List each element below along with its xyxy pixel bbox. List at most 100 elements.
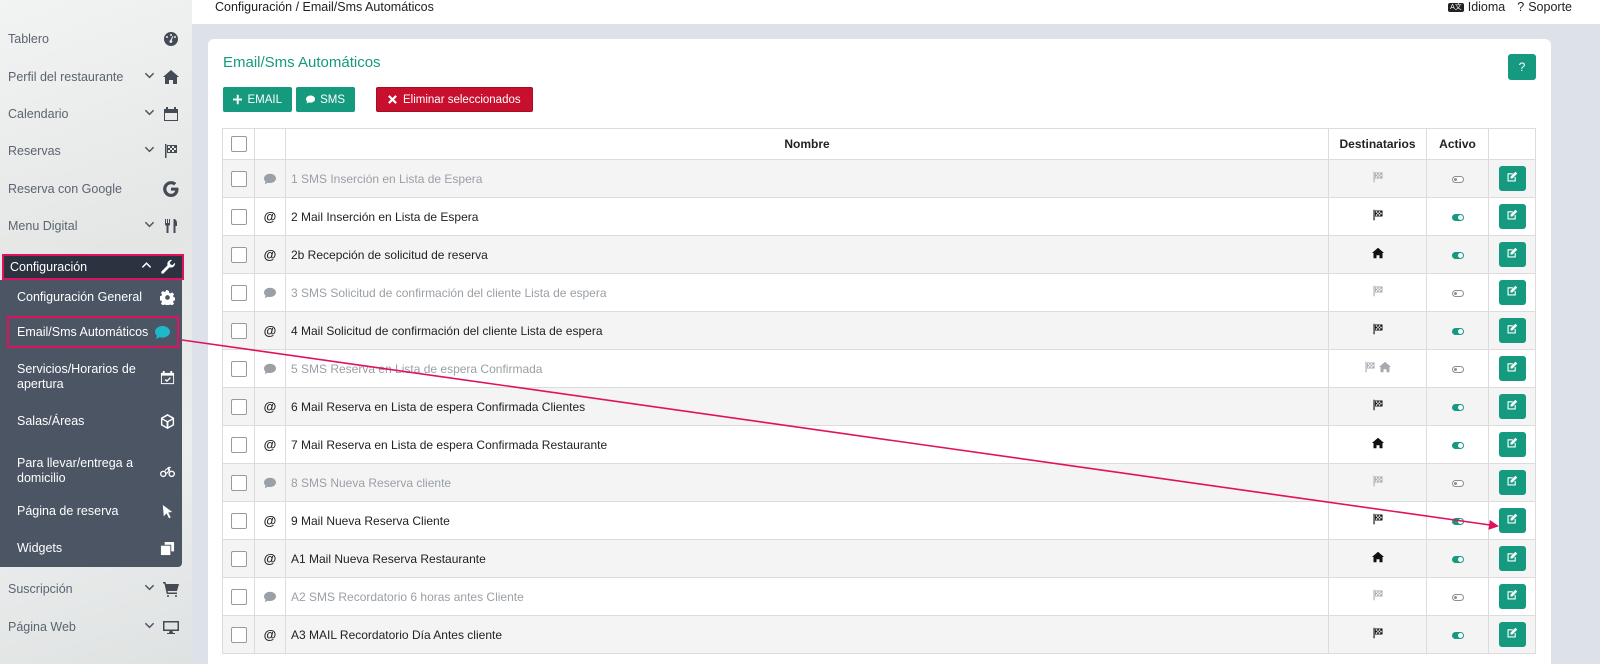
edit-button[interactable] — [1498, 622, 1526, 647]
sidebar-item-configuracion[interactable]: Configuración — [2, 254, 184, 280]
language-link[interactable]: A文 Idioma — [1448, 0, 1505, 14]
row-checkbox[interactable] — [230, 512, 247, 529]
table-row: @7 Mail Reserva en Lista de espera Confi… — [222, 425, 1536, 464]
delete-selected-button[interactable]: Eliminar seleccionados — [376, 87, 533, 112]
page-title: Email/Sms Automáticos — [223, 54, 381, 71]
active-toggle-icon[interactable] — [1451, 403, 1464, 411]
row-checkbox[interactable] — [230, 170, 247, 187]
sidebar-item-tablero[interactable]: Tablero — [0, 20, 186, 58]
sidebar-item-suscripci-n[interactable]: Suscripción — [0, 570, 186, 608]
active-toggle-icon[interactable] — [1451, 365, 1464, 373]
flag-checkered-icon — [1372, 399, 1384, 414]
edit-icon — [1506, 285, 1518, 300]
row-checkbox[interactable] — [230, 208, 247, 225]
row-checkbox[interactable] — [230, 626, 247, 643]
add-email-button[interactable]: EMAIL — [223, 87, 292, 112]
sidebar-item-reservas[interactable]: Reservas — [0, 132, 186, 170]
row-checkbox[interactable] — [230, 322, 247, 339]
help-button[interactable]: ? — [1508, 54, 1536, 80]
row-checkbox[interactable] — [230, 360, 247, 377]
edit-button[interactable] — [1498, 432, 1526, 457]
row-checkbox[interactable] — [230, 436, 247, 453]
at-icon: @ — [263, 399, 277, 414]
row-edit-cell — [1488, 501, 1536, 540]
active-toggle-icon[interactable] — [1451, 479, 1464, 487]
edit-button[interactable] — [1498, 242, 1526, 267]
sidebar-item-reserva-con-google[interactable]: Reserva con Google — [0, 170, 186, 208]
row-checkbox[interactable] — [230, 398, 247, 415]
active-toggle-icon[interactable] — [1451, 517, 1464, 525]
row-checkbox[interactable] — [230, 588, 247, 605]
submenu-item-widgets[interactable]: Widgets — [0, 535, 182, 561]
row-type-cell: @ — [254, 501, 286, 540]
active-toggle-icon[interactable] — [1451, 175, 1464, 183]
active-header[interactable]: Activo — [1426, 128, 1489, 160]
row-active-cell — [1426, 539, 1489, 578]
add-sms-label: SMS — [320, 93, 345, 106]
active-toggle-icon[interactable] — [1451, 631, 1464, 639]
submenu-item-configuraci-n-general[interactable]: Configuración General — [0, 286, 182, 308]
row-recipients — [1328, 349, 1427, 388]
active-toggle-icon[interactable] — [1451, 327, 1464, 335]
edit-button[interactable] — [1498, 394, 1526, 419]
sidebar-item-menu-digital[interactable]: Menu Digital — [0, 207, 186, 245]
row-recipients — [1328, 425, 1427, 464]
home-icon — [1371, 551, 1384, 566]
cart-icon — [162, 580, 180, 598]
row-checkbox[interactable] — [230, 474, 247, 491]
sidebar-item-calendario[interactable]: Calendario — [0, 95, 186, 133]
active-toggle-icon[interactable] — [1451, 251, 1464, 259]
row-select-cell — [222, 311, 255, 350]
edit-button[interactable] — [1498, 356, 1526, 381]
edit-icon — [1506, 475, 1518, 490]
row-active-cell — [1426, 311, 1489, 350]
row-active-cell — [1426, 501, 1489, 540]
row-edit-cell — [1488, 615, 1536, 654]
edit-button[interactable] — [1498, 166, 1526, 191]
edit-button[interactable] — [1498, 546, 1526, 571]
active-toggle-icon[interactable] — [1451, 213, 1464, 221]
support-link[interactable]: ? Soporte — [1517, 0, 1572, 14]
row-name: A2 SMS Recordatorio 6 horas antes Client… — [285, 577, 1329, 616]
select-all-checkbox[interactable] — [230, 136, 247, 152]
recipients-header[interactable]: Destinatarios — [1328, 128, 1427, 160]
support-label: Soporte — [1528, 0, 1572, 14]
submenu-item-servicios-horarios-de-apertura[interactable]: Servicios/Horarios de apertura — [0, 356, 182, 398]
row-checkbox[interactable] — [230, 550, 247, 567]
active-toggle-icon[interactable] — [1451, 441, 1464, 449]
submenu-item-para-llevar-entrega-a-domicilio[interactable]: Para llevar/entrega a domicilio — [0, 450, 182, 492]
submenu-item-label: Configuración General — [17, 289, 143, 304]
edit-icon — [1506, 437, 1518, 452]
active-toggle-icon[interactable] — [1451, 593, 1464, 601]
active-toggle-icon[interactable] — [1451, 555, 1464, 563]
row-edit-cell — [1488, 159, 1536, 198]
sidebar-item-label: Tablero — [8, 32, 49, 46]
name-header[interactable]: Nombre — [285, 128, 1329, 160]
sidebar-item-label: Calendario — [8, 107, 69, 121]
row-recipients — [1328, 539, 1427, 578]
bicycle-icon — [158, 462, 176, 480]
sidebar-item-label: Perfil del restaurante — [8, 70, 124, 84]
sidebar-item-p-gina-web[interactable]: Página Web — [0, 608, 186, 646]
active-toggle-icon[interactable] — [1451, 289, 1464, 297]
row-select-cell — [222, 577, 255, 616]
sidebar-item-perfil-del-restaurante[interactable]: Perfil del restaurante — [0, 58, 186, 96]
edit-button[interactable] — [1498, 280, 1526, 305]
submenu-item-p-gina-de-reserva[interactable]: Página de reserva — [0, 496, 182, 526]
add-sms-button[interactable]: SMS — [296, 87, 355, 112]
edit-button[interactable] — [1498, 204, 1526, 229]
row-checkbox[interactable] — [230, 246, 247, 263]
edit-button[interactable] — [1498, 508, 1526, 533]
sidebar-item-label: Suscripción — [8, 582, 73, 596]
row-checkbox[interactable] — [230, 284, 247, 301]
row-type-cell: @ — [254, 539, 286, 578]
row-type-cell: @ — [254, 387, 286, 426]
edit-button[interactable] — [1498, 470, 1526, 495]
row-name: 1 SMS Inserción en Lista de Espera — [285, 159, 1329, 198]
submenu-item-salas-reas[interactable]: Salas/Áreas — [0, 406, 182, 436]
submenu-item-email-sms-autom-ticos[interactable]: Email/Sms Automáticos — [7, 316, 179, 348]
chevron-down-icon — [142, 107, 156, 121]
edit-button[interactable] — [1498, 584, 1526, 609]
edit-button[interactable] — [1498, 318, 1526, 343]
row-active-cell — [1426, 273, 1489, 312]
